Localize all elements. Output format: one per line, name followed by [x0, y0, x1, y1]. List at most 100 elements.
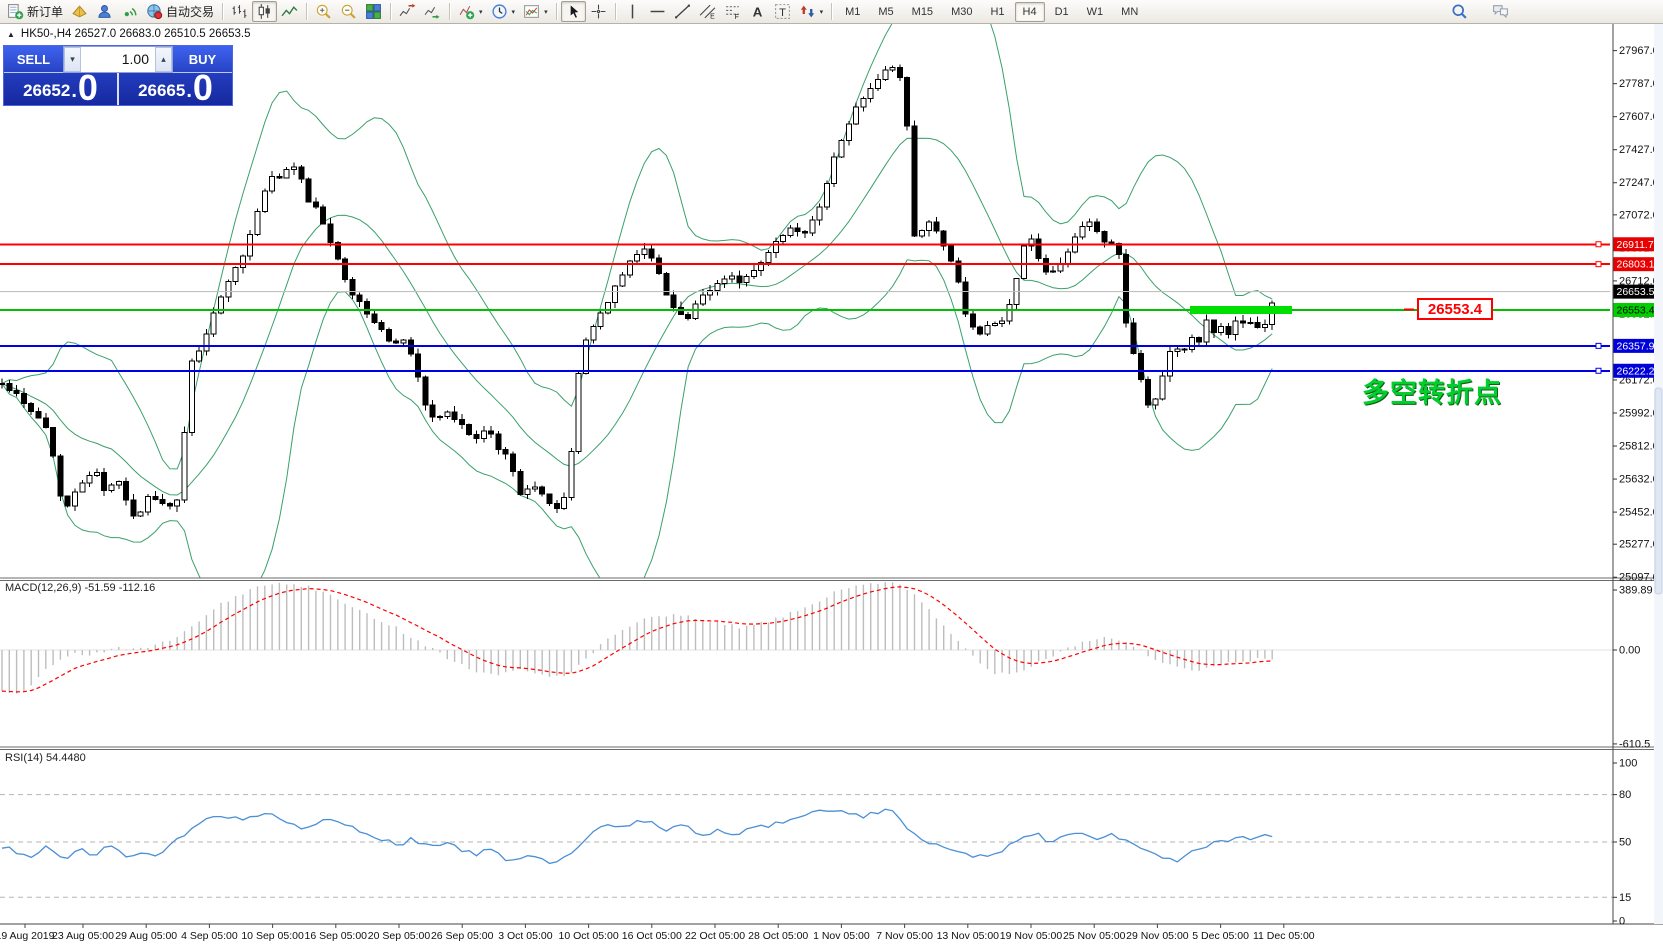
one-click-trading-panel: SELL ▾ 1.00 ▴ BUY 26652.0 26665.0: [3, 45, 233, 106]
templates-button[interactable]: ▾: [519, 1, 552, 22]
candlestick-button[interactable]: [252, 1, 277, 22]
bar-chart-button[interactable]: [227, 1, 252, 22]
symbol-header: ▲ HK50-,H4 26527.0 26683.0 26510.5 26653…: [7, 28, 250, 40]
svg-text:389.89: 389.89: [1619, 585, 1653, 597]
cursor-button[interactable]: [561, 1, 586, 22]
svg-text:25277.0: 25277.0: [1619, 539, 1659, 551]
trendline-icon: [674, 3, 691, 20]
svg-text:26 Sep 05:00: 26 Sep 05:00: [431, 930, 494, 942]
main-chart-panel[interactable]: [0, 24, 1610, 615]
chat-button[interactable]: [1488, 1, 1513, 22]
svg-text:27427.0: 27427.0: [1619, 144, 1659, 156]
line-chart-button[interactable]: [277, 1, 302, 22]
community-button[interactable]: [92, 1, 117, 22]
toolbar-right-icons: [1447, 1, 1513, 22]
hline-anchor[interactable]: [1596, 242, 1601, 247]
crosshair-button[interactable]: [586, 1, 611, 22]
templates-icon: [523, 3, 540, 20]
text-button[interactable]: A: [745, 1, 770, 22]
price-annotation-box[interactable]: 26553.4: [1417, 298, 1493, 320]
horizontal-line-button[interactable]: [645, 1, 670, 22]
rsi-panel[interactable]: [0, 795, 1613, 898]
svg-text:25992.0: 25992.0: [1619, 408, 1659, 420]
timeframe-MN[interactable]: MN: [1113, 2, 1146, 22]
indicators-icon: [458, 3, 475, 20]
metaeditor-button[interactable]: [67, 1, 92, 22]
timeframe-M1[interactable]: M1: [837, 2, 868, 22]
svg-text:26911.7: 26911.7: [1617, 239, 1654, 251]
autotrading-button[interactable]: 自动交易: [142, 1, 218, 22]
tile-windows-button[interactable]: [361, 1, 386, 22]
templates-dropdown-caret[interactable]: ▾: [544, 8, 548, 16]
periods-button[interactable]: ▾: [487, 1, 520, 22]
svg-text:25 Nov 05:00: 25 Nov 05:00: [1063, 930, 1126, 942]
sell-price[interactable]: 26652.0: [4, 73, 117, 105]
macd-indicator-label: MACD(12,26,9) -51.59 -112.16: [5, 582, 155, 594]
scrollbar-thumb[interactable]: [1655, 388, 1662, 594]
timeframe-D1[interactable]: D1: [1047, 2, 1077, 22]
new-order-button[interactable]: 新订单: [3, 1, 67, 22]
buy-price[interactable]: 26665.0: [117, 73, 232, 105]
toolbar-separator: [222, 3, 223, 20]
indicators-dropdown-caret[interactable]: ▾: [479, 8, 483, 16]
turning-point-annotation[interactable]: 多空转折点: [1362, 371, 1502, 410]
search-icon: [1451, 3, 1468, 20]
autotrading-icon: [146, 3, 163, 20]
svg-text:80: 80: [1619, 789, 1631, 801]
highlight-zone[interactable]: [1190, 306, 1292, 314]
zoom-in-button[interactable]: [311, 1, 336, 22]
svg-text:-610.5: -610.5: [1619, 738, 1650, 750]
svg-text:25632.0: 25632.0: [1619, 474, 1659, 486]
vertical-line-button[interactable]: [620, 1, 645, 22]
timeframe-M5[interactable]: M5: [870, 2, 901, 22]
volume-increase-button[interactable]: ▴: [155, 47, 172, 72]
timeframe-H1[interactable]: H1: [982, 2, 1012, 22]
hline-anchor[interactable]: [1596, 368, 1601, 373]
sell-button[interactable]: SELL: [4, 46, 63, 73]
svg-text:26357.9: 26357.9: [1617, 340, 1655, 352]
svg-text:0.00: 0.00: [1619, 645, 1640, 657]
sell-price-dot: .: [71, 81, 77, 101]
timeframe-M30[interactable]: M30: [943, 2, 980, 22]
svg-text:100: 100: [1619, 758, 1637, 770]
trendline-button[interactable]: [670, 1, 695, 22]
buy-price-big-digit: 0: [193, 74, 213, 103]
auto-scroll-button[interactable]: [420, 1, 445, 22]
sell-price-big-digit: 0: [78, 74, 98, 103]
periods-dropdown-caret[interactable]: ▾: [512, 8, 516, 16]
auto-scroll-icon: [424, 3, 441, 20]
equidistant-channel-button[interactable]: E: [695, 1, 720, 22]
timeframe-W1[interactable]: W1: [1079, 2, 1112, 22]
timeframe-M15[interactable]: M15: [904, 2, 941, 22]
broadcast-button[interactable]: [117, 1, 142, 22]
toolbar-separator: [306, 3, 307, 20]
zoom-out-icon: [340, 3, 357, 20]
arrows-button[interactable]: ▾: [795, 1, 828, 22]
svg-text:10 Sep 05:00: 10 Sep 05:00: [241, 930, 304, 942]
text-label-button[interactable]: T: [770, 1, 795, 22]
chart-canvas[interactable]: 27967.027787.027607.027427.027247.027072…: [0, 24, 1663, 946]
macd-signal-line: [2, 587, 1272, 692]
svg-text:29 Nov 05:00: 29 Nov 05:00: [1126, 930, 1189, 942]
hline-anchor[interactable]: [1596, 343, 1601, 348]
chart-shift-button[interactable]: [395, 1, 420, 22]
svg-text:27072.0: 27072.0: [1619, 209, 1659, 221]
timeframe-H4[interactable]: H4: [1015, 2, 1045, 22]
fibonacci-button[interactable]: F: [720, 1, 745, 22]
indicators-button[interactable]: ▾: [454, 1, 487, 22]
search-button[interactable]: [1447, 1, 1472, 22]
svg-text:25452.0: 25452.0: [1619, 507, 1659, 519]
toolbar-separator: [615, 3, 616, 20]
zoom-out-button[interactable]: [336, 1, 361, 22]
community-icon: [96, 3, 113, 20]
zoom-in-icon: [315, 3, 332, 20]
arrows-dropdown-caret[interactable]: ▾: [820, 8, 824, 16]
macd-panel[interactable]: [0, 582, 1613, 693]
fibonacci-icon: F: [724, 3, 741, 20]
time-axis[interactable]: 19 Aug 201923 Aug 05:0029 Aug 05:004 Sep…: [0, 924, 1315, 942]
svg-text:7 Nov 05:00: 7 Nov 05:00: [876, 930, 933, 942]
toolbar-separator: [831, 3, 832, 20]
hline-anchor[interactable]: [1596, 262, 1601, 267]
chat-icon: [1492, 3, 1509, 20]
svg-text:F: F: [734, 14, 738, 20]
